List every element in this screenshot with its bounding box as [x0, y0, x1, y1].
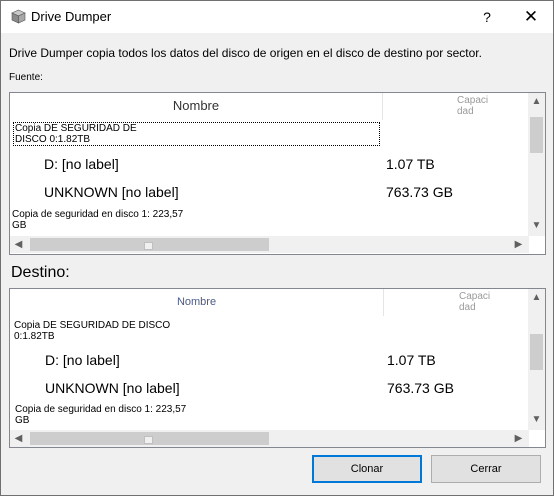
- destination-group-disk1[interactable]: Copia de seguridad en disco 1: 223,57 GB: [15, 404, 186, 426]
- scroll-right-icon[interactable]: ▶: [510, 236, 527, 253]
- description-text: Drive Dumper copia todos los datos del d…: [9, 46, 482, 60]
- source-row-unknown-name[interactable]: UNKNOWN [no label]: [44, 184, 179, 200]
- source-row-unknown-size: 763.73 GB: [386, 184, 453, 200]
- capacity-header-line2: dad: [459, 302, 476, 313]
- drive-dumper-dialog: Drive Dumper ? ✕ Drive Dumper copia todo…: [0, 0, 554, 496]
- footer-line2: GB: [15, 415, 30, 426]
- source-horizontal-scrollbar[interactable]: ◀ ▶: [10, 236, 529, 253]
- scroll-down-icon[interactable]: ▼: [528, 217, 545, 234]
- source-label: Fuente:: [9, 72, 43, 83]
- destination-row-d-name[interactable]: D: [no label]: [45, 352, 120, 368]
- footer-line2: GB: [12, 220, 27, 231]
- scroll-right-icon[interactable]: ▶: [510, 430, 527, 447]
- source-row-d-name[interactable]: D: [no label]: [44, 156, 119, 172]
- capacity-header-line1: Capaci: [459, 291, 491, 302]
- window-title: Drive Dumper: [31, 9, 112, 24]
- footer-line1: Copia de seguridad en disco 1: 223,57: [12, 209, 184, 220]
- title-bar: Drive Dumper ? ✕: [1, 1, 553, 33]
- source-disk-list[interactable]: Nombre Capaci dad Copia DE SEGURIDAD DE …: [9, 92, 546, 255]
- scroll-left-icon[interactable]: ◀: [10, 236, 27, 253]
- destination-row-d-size: 1.07 TB: [387, 352, 436, 368]
- column-header-name[interactable]: Nombre: [10, 93, 383, 120]
- capacity-header-line1: Capaci: [457, 95, 489, 106]
- vertical-scroll-thumb[interactable]: [530, 334, 543, 370]
- source-row-d-size: 1.07 TB: [386, 156, 435, 172]
- capacity-header-line2: dad: [457, 106, 474, 117]
- column-header-capacity[interactable]: Capaci dad: [459, 291, 490, 313]
- horizontal-scroll-thumb[interactable]: [30, 238, 269, 251]
- group-title-line2: 0:1.82TB: [14, 331, 55, 342]
- source-group-disk0[interactable]: Copia DE SEGURIDAD DE DISCO 0:1.82TB: [13, 122, 380, 146]
- column-header-name[interactable]: Nombre: [10, 289, 384, 316]
- source-group-disk1[interactable]: Copia de seguridad en disco 1: 223,57 GB: [12, 209, 183, 231]
- horizontal-scroll-thumb[interactable]: [30, 432, 269, 445]
- scroll-grip-icon: [144, 242, 153, 250]
- scroll-up-icon[interactable]: ▲: [528, 93, 545, 110]
- close-button[interactable]: Cerrar: [431, 455, 541, 483]
- destination-row-unknown-name[interactable]: UNKNOWN [no label]: [45, 380, 180, 396]
- vertical-scroll-thumb[interactable]: [530, 117, 543, 153]
- scroll-left-icon[interactable]: ◀: [10, 430, 27, 447]
- scroll-grip-icon: [144, 436, 153, 444]
- help-button[interactable]: ?: [468, 1, 506, 33]
- scroll-down-icon[interactable]: ▼: [528, 411, 545, 428]
- group-title-line2: DISCO 0:1.82TB: [15, 134, 91, 145]
- destination-label: Destino:: [11, 264, 70, 281]
- group-title-line1: Copia DE SEGURIDAD DE: [15, 123, 137, 134]
- destination-disk-list[interactable]: Nombre Capaci dad Copia DE SEGURIDAD DE …: [9, 288, 546, 448]
- clone-button[interactable]: Clonar: [312, 455, 422, 483]
- destination-vertical-scrollbar[interactable]: ▲ ▼: [528, 289, 545, 430]
- footer-line1: Copia de seguridad en disco 1: 223,57: [15, 404, 187, 415]
- source-vertical-scrollbar[interactable]: ▲ ▼: [528, 93, 545, 236]
- destination-row-unknown-size: 763.73 GB: [387, 380, 454, 396]
- cube-icon: [11, 9, 26, 24]
- destination-horizontal-scrollbar[interactable]: ◀ ▶: [10, 430, 529, 447]
- close-window-button[interactable]: ✕: [509, 1, 553, 33]
- group-title-line1: Copia DE SEGURIDAD DE DISCO: [14, 320, 171, 331]
- column-header-capacity[interactable]: Capaci dad: [457, 95, 488, 117]
- scroll-up-icon[interactable]: ▲: [528, 289, 545, 306]
- destination-group-disk0[interactable]: Copia DE SEGURIDAD DE DISCO 0:1.82TB: [14, 320, 170, 342]
